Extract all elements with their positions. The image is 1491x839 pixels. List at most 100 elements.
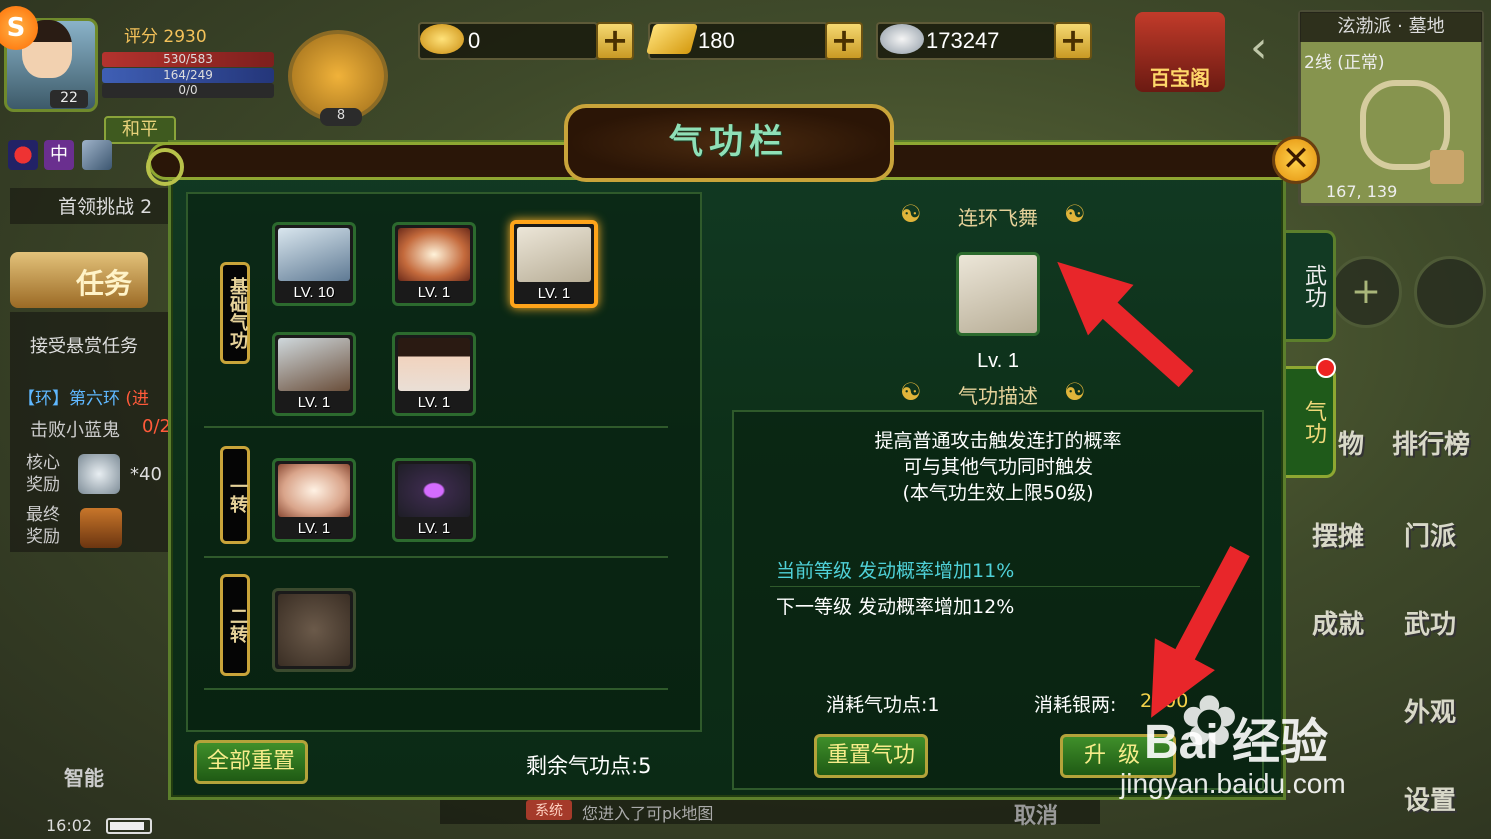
grab-hand-icon — [278, 228, 350, 281]
gold-ingot-icon — [420, 24, 464, 54]
chat-message: 您进入了可pk地图 — [582, 804, 714, 823]
add-silver-button[interactable]: + — [1054, 22, 1092, 60]
combat-score: 评分 2930 — [124, 27, 207, 47]
item-menu-label[interactable]: 物 — [1338, 424, 1364, 461]
treasure-shop-label: 百宝阁 — [1150, 66, 1210, 90]
player-level-badge: 22 — [50, 90, 88, 108]
swirl-ornament-icon: ☯ — [1064, 378, 1086, 406]
gold-bar-value: 180 — [698, 28, 735, 53]
tier-second-label: 二转 — [220, 574, 250, 676]
core-reward-label: 核心奖励 — [26, 453, 60, 495]
add-gold-ingot-button[interactable]: + — [596, 22, 634, 60]
appearance-menu-label[interactable]: 外观 — [1404, 692, 1456, 729]
palm-strike-icon — [278, 464, 350, 517]
collapse-arrow-icon[interactable]: ‹ — [1250, 22, 1268, 73]
minimap-title: 泫渤派 · 墓地 — [1300, 12, 1482, 42]
quest-tab[interactable]: 任务 — [10, 252, 148, 308]
core-reward-count: *40 — [130, 464, 162, 485]
battery-level — [110, 822, 144, 830]
iron-body-icon — [278, 338, 350, 391]
swirl-ornament-icon: ☯ — [1064, 200, 1086, 228]
cancel-button[interactable]: 取消 — [1014, 798, 1058, 830]
tab-qigong[interactable]: 气功 — [1286, 366, 1336, 478]
watermark-url: jingyan.baidu.com — [1120, 768, 1346, 799]
smart-mode-button[interactable]: 智能 — [14, 730, 104, 794]
scroll-blade-icon — [517, 227, 591, 282]
burst-strike-icon — [398, 228, 470, 281]
martial-menu-label[interactable]: 武功 — [1404, 604, 1456, 641]
ring-quest-label: 【环】第六环 — [18, 389, 120, 409]
add-gold-bar-button[interactable]: + — [825, 22, 863, 60]
skill-slot[interactable]: LV. 1 — [392, 222, 476, 306]
boss-challenge[interactable]: 首领挑战 2 — [10, 188, 170, 224]
cost-silver-label: 消耗银两: — [1034, 694, 1117, 716]
server-line[interactable]: 2线 (正常) — [1304, 48, 1384, 73]
skill-level: LV. 1 — [417, 394, 451, 411]
core-reward-icon[interactable] — [78, 454, 120, 494]
skill-level: LV. 1 — [297, 520, 331, 537]
description-line: 提高普通攻击触发连打的概率 — [874, 430, 1122, 452]
close-button[interactable]: ✕ — [1272, 136, 1320, 184]
yinyang-icon[interactable] — [8, 140, 38, 170]
skill-slot[interactable]: LV. 1 — [392, 332, 476, 416]
tier-basic-label: 基础气功 — [220, 262, 250, 364]
final-reward-label: 最终奖励 — [26, 505, 60, 547]
skill-slot[interactable]: LV. 1 — [392, 458, 476, 542]
ring-quest-title[interactable]: 【环】第六环 (进 — [18, 384, 149, 409]
treasure-chest-icon[interactable] — [80, 508, 122, 548]
description-heading: 气功描述 — [958, 384, 1038, 408]
selected-skill-level: Lv. 1 — [977, 350, 1019, 372]
tier-divider — [204, 688, 668, 690]
pk-mode-button[interactable]: 和平 — [104, 116, 176, 144]
notification-dot-icon — [1316, 358, 1336, 378]
gold-bar-icon — [645, 24, 699, 54]
system-chat-tag: 系统 — [526, 800, 572, 820]
faction-icon[interactable]: 中 — [44, 140, 74, 170]
tier-first-label: 一转 — [220, 446, 250, 544]
current-level-effect: 当前等级 发动概率增加11% — [776, 560, 1015, 582]
skill-name: 连环飞舞 — [958, 206, 1038, 230]
skill-slot-selected[interactable]: LV. 1 — [510, 220, 598, 308]
reset-all-button[interactable]: 全部重置 — [194, 740, 308, 784]
silver-icon — [880, 24, 924, 54]
exp-bar: 0/0 — [102, 83, 274, 98]
skill-level: LV. 1 — [417, 520, 451, 537]
cost-qigong-points: 消耗气功点:1 — [826, 694, 940, 716]
skill-level: LV. 1 — [297, 394, 331, 411]
lock-icon — [278, 594, 350, 666]
description-line: (本气功生效上限50级) — [902, 482, 1094, 504]
achievement-menu-label[interactable]: 成就 — [1312, 604, 1364, 641]
skill-slot[interactable]: LV. 1 — [272, 332, 356, 416]
hp-bar: 530/583 — [102, 52, 274, 67]
pet-level-badge: 8 — [320, 108, 362, 126]
swordsman-portrait-icon — [398, 338, 470, 391]
map-coordinates: 167, 139 — [1326, 182, 1398, 201]
ring-quest-tail: (进 — [125, 389, 150, 409]
sect-menu-label[interactable]: 门派 — [1404, 516, 1456, 553]
bounty-quest-link[interactable]: 接受悬赏任务 — [30, 332, 138, 358]
tab-martial[interactable]: 武功 — [1286, 230, 1336, 342]
add-skill-icon[interactable]: + — [1330, 256, 1402, 328]
diamond-menu-icon[interactable] — [1414, 256, 1486, 328]
header-ornament-icon — [146, 148, 184, 186]
panel-title: 气功栏 — [669, 122, 789, 162]
gold-ingot-value: 0 — [468, 28, 481, 53]
skill-slot-locked[interactable] — [272, 588, 356, 672]
tier-divider — [204, 556, 668, 558]
swirl-ornament-icon: ☯ — [900, 200, 922, 228]
minimap-marker-icon[interactable] — [1430, 150, 1464, 184]
settings-menu-label[interactable]: 设置 — [1404, 780, 1456, 817]
silver-value: 173247 — [926, 28, 1000, 53]
violet-orb-icon — [398, 464, 470, 517]
reset-qigong-button[interactable]: 重置气功 — [814, 734, 928, 778]
boss-challenge-count: 2 — [140, 196, 153, 218]
skill-slot[interactable]: LV. 1 — [272, 458, 356, 542]
mp-bar: 164/249 — [102, 68, 274, 83]
selected-skill-icon — [956, 252, 1040, 336]
buff-icon[interactable] — [82, 140, 112, 170]
remaining-points: 剩余气功点:5 — [526, 754, 652, 778]
skill-level: LV. 10 — [293, 284, 335, 301]
stall-menu-label[interactable]: 摆摊 — [1312, 516, 1364, 553]
skill-slot[interactable]: LV. 10 — [272, 222, 356, 306]
ranking-menu-label[interactable]: 排行榜 — [1392, 424, 1470, 461]
